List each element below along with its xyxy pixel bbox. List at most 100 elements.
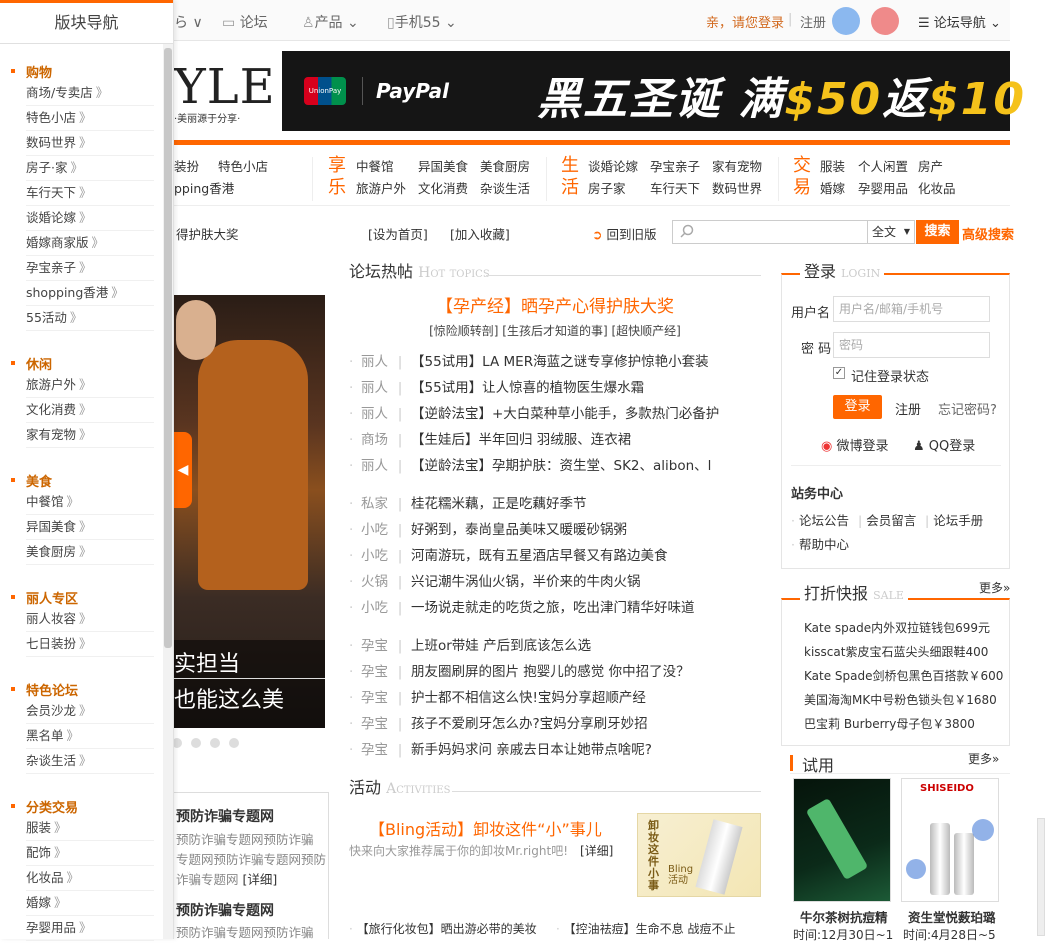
trial-item-name[interactable]: 资生堂悦薮珀璐 bbox=[908, 907, 996, 926]
sidebar-item[interactable]: 房子·家》 bbox=[26, 156, 154, 181]
sidebar-item[interactable]: 杂谈生活》 bbox=[26, 749, 154, 774]
antifraud-title[interactable]: 预防诈骗专题网 bbox=[176, 806, 274, 826]
hot-topic-row[interactable]: · 丽人 | 【55试用】LA MER海蓝之谜专享修护惊艳小套装 bbox=[349, 350, 761, 372]
sidebar-item[interactable]: 旅游户外》 bbox=[26, 373, 154, 398]
hot-topic-category[interactable]: 商场 bbox=[361, 428, 389, 448]
search-input[interactable] bbox=[672, 220, 868, 244]
sidebar-item[interactable]: 家有宠物》 bbox=[26, 423, 154, 448]
register-link[interactable]: 注册 bbox=[895, 399, 921, 418]
sidebar-item[interactable]: 美食厨房》 bbox=[26, 540, 154, 565]
hot-topic-category[interactable]: 孕宝 bbox=[361, 738, 389, 758]
hot-topic-row[interactable]: · 丽人 | 【55试用】让人惊喜的植物医生爆水霜 bbox=[349, 376, 761, 398]
hot-topic-title[interactable]: 兴记潮牛涡仙火锅，半价来的牛肉火锅 bbox=[411, 574, 641, 590]
hot-topic-category[interactable]: 孕宝 bbox=[361, 660, 389, 680]
weibo-login-button[interactable]: ◉ 微博登录 bbox=[821, 435, 889, 454]
hot-topic-row[interactable]: · 小吃 | 河南游玩，既有五星酒店早餐又有路边美食 bbox=[349, 544, 761, 566]
login-button[interactable]: 登录 bbox=[833, 395, 882, 419]
catnav-item[interactable]: 房子家 bbox=[588, 178, 626, 197]
catnav-item[interactable]: 车行天下 bbox=[650, 178, 700, 197]
hot-topic-title[interactable]: 河南游玩，既有五星酒店早餐又有路边美食 bbox=[411, 548, 668, 564]
catnav-item[interactable]: 化妆品 bbox=[918, 178, 956, 197]
search-scope-select[interactable]: 全文 ▼ bbox=[867, 220, 915, 244]
hot-topic-title[interactable]: 【逆龄法宝】孕期护肤：资生堂、SK2、alibon、l bbox=[411, 458, 711, 474]
hot-topic-title[interactable]: 好粥到，泰尚皇品美味又暖暖砂锅粥 bbox=[411, 522, 627, 538]
hot-topic-title[interactable]: 【逆龄法宝】+大白菜种草小能手，多款热门必备护 bbox=[411, 406, 719, 422]
hot-topic-category[interactable]: 孕宝 bbox=[361, 686, 389, 706]
topbar-product[interactable]: ♙产品 ⌄ bbox=[302, 12, 359, 32]
qq-icon[interactable] bbox=[832, 7, 860, 35]
activity-image[interactable]: 卸妆这件小事 Bling活动 bbox=[637, 813, 761, 897]
hot-topic-row[interactable]: · 小吃 | 一场说走就走的吃货之旅，吃出津门精华好味道 bbox=[349, 596, 761, 618]
deals-more-link[interactable]: 更多» bbox=[979, 579, 1011, 596]
hot-topic-row[interactable]: · 丽人 | 【逆龄法宝】孕期护肤：资生堂、SK2、alibon、l bbox=[349, 454, 761, 476]
add-favorite-link[interactable]: [加入收藏] bbox=[450, 224, 510, 243]
catnav-item[interactable]: 家有宠物 bbox=[712, 156, 762, 175]
sidebar-item[interactable]: 孕宝亲子》 bbox=[26, 256, 154, 281]
catnav-item[interactable]: 个人闲置 bbox=[858, 156, 908, 175]
catnav-item[interactable]: 谈婚论嫁 bbox=[588, 156, 638, 175]
catnav-item[interactable]: 中餐馆 bbox=[356, 156, 394, 175]
forgot-password-link[interactable]: 忘记密码? bbox=[938, 399, 997, 418]
deal-item[interactable]: 美国海淘MK中号粉色锁头包￥1680 bbox=[804, 691, 997, 708]
sidebar-item[interactable]: 化妆品》 bbox=[26, 866, 154, 891]
sidebar-item[interactable]: 异国美食》 bbox=[26, 515, 154, 540]
trial-image-tea-tree[interactable] bbox=[793, 778, 891, 902]
sidebar-item[interactable]: 婚嫁》 bbox=[26, 891, 154, 916]
topbar-nav-partial[interactable]: ら ∨ bbox=[174, 12, 203, 32]
site-link[interactable]: · 帮助中心 bbox=[791, 534, 849, 553]
slide-title-line1[interactable]: 实担当 bbox=[174, 646, 240, 678]
hot-topic-title[interactable]: 朋友圈刷屏的图片 抱婴儿的感觉 你中招了没？ bbox=[411, 664, 690, 680]
page-scrollbar[interactable] bbox=[1037, 818, 1045, 936]
hot-topic-title[interactable]: 一场说走就走的吃货之旅，吃出津门精华好味道 bbox=[411, 600, 695, 616]
sidebar-item[interactable]: 车行天下》 bbox=[26, 181, 154, 206]
antifraud-detail-link[interactable]: [详细] bbox=[243, 872, 278, 887]
catnav-item[interactable]: 孕宝亲子 bbox=[650, 156, 700, 175]
hot-topic-row[interactable]: · 小吃 | 好粥到，泰尚皇品美味又暖暖砂锅粥 bbox=[349, 518, 761, 540]
site-link[interactable]: | 论坛手册 bbox=[925, 510, 983, 529]
slider-dot[interactable] bbox=[210, 738, 220, 748]
activity-detail-link[interactable]: [详细] bbox=[580, 842, 613, 859]
sidebar-item[interactable]: 会员沙龙》 bbox=[26, 699, 154, 724]
promo-banner[interactable]: UnionPay PayPal 黑五圣诞 满$50返$10 bbox=[282, 51, 1024, 131]
hot-topic-category[interactable]: 丽人 bbox=[361, 402, 389, 422]
hot-topic-row[interactable]: · 孕宝 | 孩子不爱刷牙怎么办?宝妈分享刷牙妙招 bbox=[349, 712, 761, 734]
sidebar-item[interactable]: 谈婚论嫁》 bbox=[26, 206, 154, 231]
hot-topic-row[interactable]: · 孕宝 | 上班or带娃 产后到底该怎么选 bbox=[349, 634, 761, 656]
activity-bottom-link[interactable]: · 【控油祛痘】生命不息 战痘不止 bbox=[556, 920, 735, 937]
deal-item[interactable]: kisscat紫皮宝石蓝尖头细跟鞋400 bbox=[804, 643, 988, 660]
catnav-item[interactable]: 特色小店 bbox=[218, 156, 268, 175]
sidebar-item[interactable]: 商场/专卖店》 bbox=[26, 81, 154, 106]
hot-topic-row[interactable]: · 私家 | 桂花糯米藕，正是吃藕好季节 bbox=[349, 492, 761, 514]
catnav-item[interactable]: 数码世界 bbox=[712, 178, 762, 197]
old-version-link[interactable]: ➲ 回到旧版 bbox=[592, 224, 656, 243]
search-button[interactable]: 搜索 bbox=[916, 220, 959, 244]
sidebar-item[interactable]: shopping香港》 bbox=[26, 281, 154, 306]
hot-topic-title[interactable]: 【生娃后】半年回归 羽绒服、连衣裙 bbox=[411, 432, 631, 448]
catnav-item[interactable]: 美食厨房 bbox=[480, 156, 530, 175]
sidebar-item[interactable]: 中餐馆》 bbox=[26, 490, 154, 515]
site-logo[interactable]: YLE bbox=[174, 60, 276, 114]
sidebar-item[interactable]: 55活动》 bbox=[26, 306, 154, 331]
sidebar-item[interactable]: 特色小店》 bbox=[26, 106, 154, 131]
login-prompt-link[interactable]: 亲，请您登录 bbox=[706, 12, 784, 31]
set-home-link[interactable]: [设为首页] bbox=[368, 224, 428, 243]
hot-topic-title[interactable]: 上班or带娃 产后到底该怎么选 bbox=[411, 638, 591, 654]
deal-item[interactable]: Kate spade内外双拉链钱包699元 bbox=[804, 619, 990, 636]
activity-bottom-link[interactable]: · 【旅行化妆包】晒出游必带的美妆 bbox=[349, 920, 537, 937]
catnav-item[interactable]: 杂谈生活 bbox=[480, 178, 530, 197]
username-field[interactable]: 用户名/邮箱/手机号 bbox=[833, 296, 990, 322]
sidebar-item[interactable]: 数码世界》 bbox=[26, 131, 154, 156]
topbar-mobile[interactable]: ▯手机55 ⌄ bbox=[387, 12, 457, 32]
hot-topic-title[interactable]: 【55试用】LA MER海蓝之谜专享修护惊艳小套装 bbox=[411, 354, 709, 370]
forum-nav-menu[interactable]: ☰ 论坛导航 ⌄ bbox=[918, 12, 1001, 31]
site-link[interactable]: · 论坛公告 bbox=[791, 510, 849, 529]
catnav-item[interactable]: pping香港 bbox=[174, 178, 234, 197]
catnav-item[interactable]: 孕婴用品 bbox=[858, 178, 908, 197]
hot-topic-category[interactable]: 丽人 bbox=[361, 376, 389, 396]
weibo-icon[interactable] bbox=[871, 7, 899, 35]
hot-topic-category[interactable]: 孕宝 bbox=[361, 712, 389, 732]
hot-topic-title[interactable]: 桂花糯米藕，正是吃藕好季节 bbox=[411, 496, 587, 512]
hot-featured-title[interactable]: 【孕产经】晒孕产心得护肤大奖 bbox=[349, 292, 761, 317]
deal-item[interactable]: 巴宝莉 Burberry母子包￥3800 bbox=[804, 715, 975, 732]
slider-dot[interactable] bbox=[229, 738, 239, 748]
